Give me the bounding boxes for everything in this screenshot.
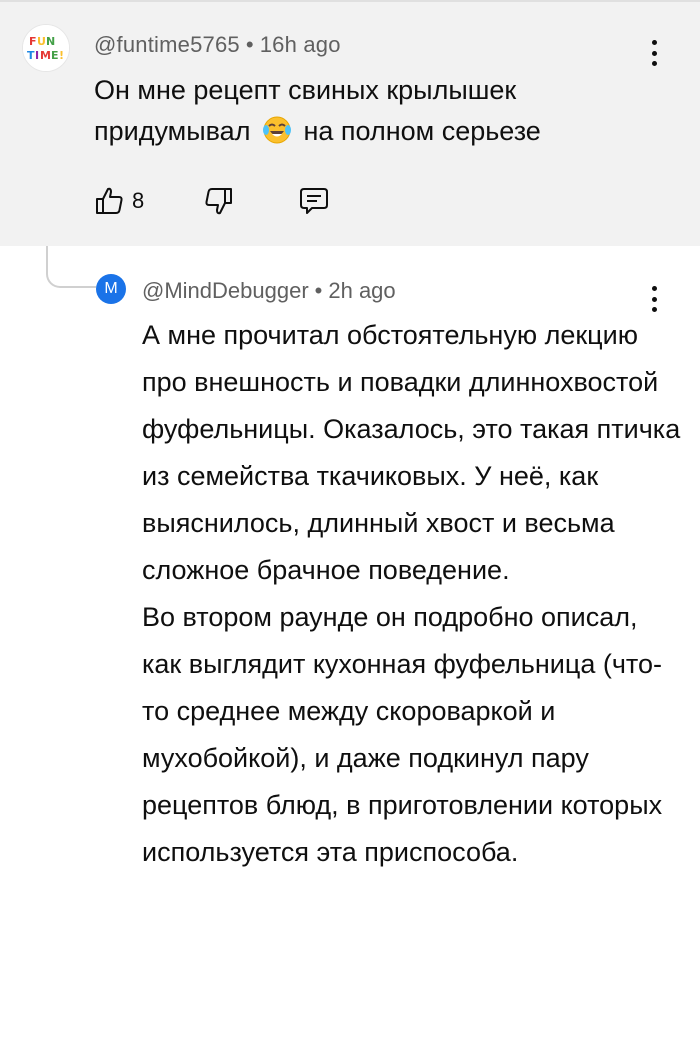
comment-text-line: придумывал на полном серьезе — [94, 111, 654, 152]
comment-time: 16h ago — [259, 32, 341, 57]
avatar[interactable]: M — [96, 274, 126, 304]
thread-connector — [46, 246, 96, 288]
reply-button[interactable] — [298, 183, 330, 219]
thumbs-down-icon — [205, 188, 232, 215]
svg-text:!: ! — [59, 49, 64, 62]
separator-dot: • — [245, 32, 254, 57]
comment-author[interactable]: @funtime5765 — [94, 32, 240, 57]
like-count: 8 — [132, 188, 145, 213]
comment-text-fragment: придумывал — [94, 116, 251, 146]
comment-header: @funtime5765 • 16h ago — [94, 32, 341, 58]
more-options-icon[interactable] — [642, 38, 666, 68]
svg-text:E: E — [51, 49, 59, 62]
comment-text-fragment: на полном серьезе — [303, 116, 541, 146]
svg-text:F: F — [29, 35, 37, 48]
svg-text:T: T — [27, 49, 35, 62]
separator-dot: • — [314, 278, 323, 303]
fun-time-avatar-icon: F U N T I M E ! — [23, 25, 69, 71]
more-options-icon[interactable] — [642, 284, 666, 314]
svg-text:N: N — [46, 35, 55, 48]
comment-actions: 8 — [94, 183, 354, 219]
svg-text:M: M — [40, 49, 51, 62]
reply-author[interactable]: @MindDebugger — [142, 278, 309, 303]
top-comment: F U N T I M E ! @funtime5765 • 16h ago Он … — [0, 0, 700, 246]
avatar[interactable]: F U N T I M E ! — [22, 24, 70, 72]
thumbs-up-icon — [96, 187, 123, 214]
reply-text: А мне прочитал обстоятельную лекцию про … — [142, 312, 682, 876]
like-button[interactable]: 8 — [94, 183, 144, 219]
reply-time: 2h ago — [328, 278, 396, 303]
divider — [0, 0, 700, 2]
reply-header: @MindDebugger • 2h ago — [142, 278, 396, 304]
svg-text:U: U — [37, 35, 46, 48]
reply-paragraph: А мне прочитал обстоятельную лекцию про … — [142, 320, 681, 585]
comment-text-line: Он мне рецепт свиных крылышек — [94, 75, 517, 105]
comment-text: Он мне рецепт свиных крылышек придумывал… — [94, 70, 654, 152]
svg-text:I: I — [35, 49, 39, 62]
avatar-letter: M — [104, 280, 118, 297]
reply-comment-icon — [300, 188, 328, 214]
reply-paragraph: Во втором раунде он подробно описал, как… — [142, 602, 663, 867]
dislike-button[interactable] — [202, 183, 234, 219]
face-with-tears-of-joy-icon — [262, 116, 291, 144]
